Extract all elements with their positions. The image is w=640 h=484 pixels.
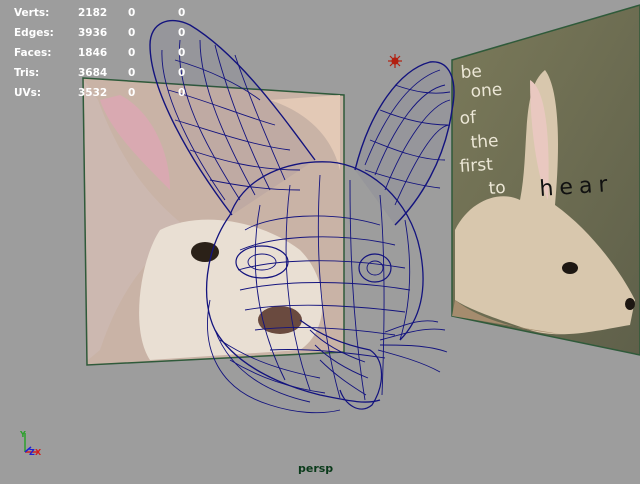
hud-label: Tris: [14,67,40,79]
hud-label: Faces: [14,47,52,59]
hud-label: Edges: [14,27,54,39]
hud-row-uvs: UVs: 3532 0 0 [14,83,218,103]
hud-selected: 0 [128,47,136,59]
hud-total: 3684 [78,67,108,79]
axis-gizmo-icon: Y Z X [19,430,42,457]
hud-total: 2182 [78,7,108,19]
hud-row-edges: Edges: 3936 0 0 [14,23,218,43]
hud-total: 3532 [78,87,108,99]
hud-label: Verts: [14,7,50,19]
hud-selected: 0 [128,27,136,39]
axis-y-label: Y [19,430,26,439]
plane-text-word: of [459,108,478,129]
hud-total: 3936 [78,27,108,39]
poly-count-hud: Verts: 2182 0 0 Edges: 3936 0 0 Faces: 1… [14,3,218,103]
plane-text-word: one [470,80,503,102]
plane-text-word: to [488,178,506,199]
plane-text-word: first [459,155,494,177]
plane-text-word: hear [539,172,615,202]
maya-perspective-viewport[interactable]: be one of the first to hear Y Z X Verts:… [0,0,640,480]
hud-selected: 0 [128,67,136,79]
hud-row-verts: Verts: 2182 0 0 [14,3,218,23]
hud-row-tris: Tris: 3684 0 0 [14,63,218,83]
hud-selected: 0 [128,87,136,99]
hud-row-faces: Faces: 1846 0 0 [14,43,218,63]
point-light-icon[interactable] [388,54,402,68]
hud-extra: 0 [178,7,186,19]
hud-total: 1846 [78,47,108,59]
plane-text-word: the [470,131,499,153]
hud-extra: 0 [178,47,186,59]
plane-text-word: be [460,62,483,83]
camera-name-label: persp [298,462,334,475]
axis-x-label: X [35,448,42,457]
hud-selected: 0 [128,7,136,19]
hud-extra: 0 [178,87,186,99]
right-image-plane[interactable]: be one of the first to hear [451,4,640,356]
hud-extra: 0 [178,27,186,39]
hud-extra: 0 [178,67,186,79]
hud-label: UVs: [14,87,42,99]
